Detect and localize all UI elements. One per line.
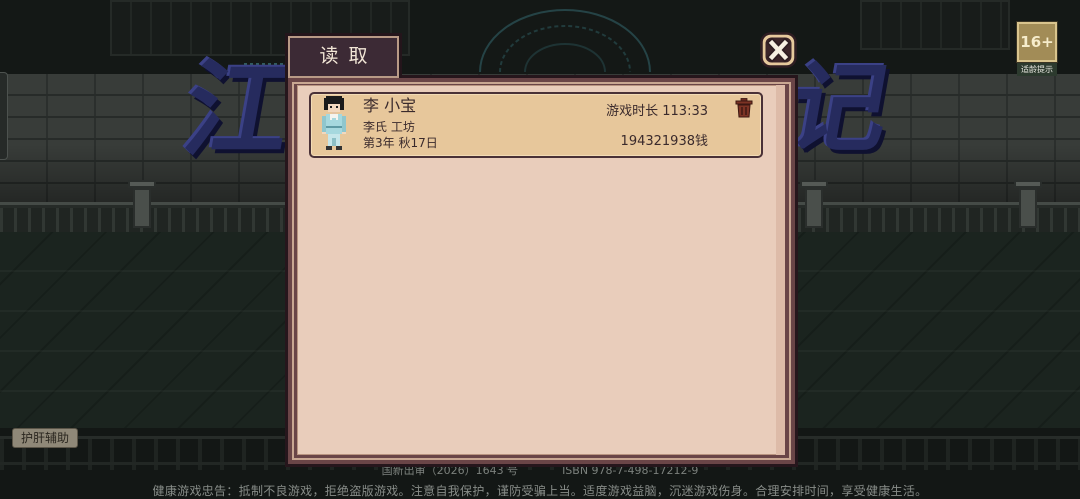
dialog-tab: 读取 — [285, 33, 402, 78]
dialog-title: 读取 — [319, 45, 378, 67]
side-edge-tab — [0, 72, 8, 160]
save-workshop-name: 李氏 工坊 — [363, 120, 415, 134]
age-rating-value: 16+ — [1016, 21, 1058, 63]
assist-button[interactable]: 护肝辅助 — [12, 428, 78, 448]
save-money: 194321938钱 — [620, 134, 708, 149]
character-avatar-icon — [322, 96, 346, 150]
age-rating-label: 适龄提示 — [1017, 63, 1057, 76]
logo-char-left: 江 — [175, 48, 301, 171]
close-icon[interactable] — [760, 32, 797, 68]
save-character-name: 李 小宝 — [363, 96, 417, 115]
load-dialog: 李 小宝 李氏 工坊 第3年 秋17日 游戏时长 113:33 19432193… — [285, 75, 798, 467]
stone-lantern — [1019, 188, 1037, 228]
background-window-right — [860, 0, 1010, 50]
stone-lantern-cap — [128, 180, 156, 188]
save-list: 李 小宝 李氏 工坊 第3年 秋17日 游戏时长 113:33 19432193… — [297, 85, 785, 455]
save-slot[interactable]: 李 小宝 李氏 工坊 第3年 秋17日 游戏时长 113:33 19432193… — [309, 92, 763, 158]
stone-lantern-cap — [1014, 180, 1042, 188]
stone-lantern-cap — [800, 180, 828, 188]
save-playtime: 游戏时长 113:33 — [606, 104, 708, 119]
game-screen: 江 记 16+ 适龄提示 护肝辅助 国新出审（2026）1643 号 ISBN 9… — [0, 0, 1080, 499]
logo-char-right: 记 — [779, 51, 899, 166]
stone-lantern — [133, 188, 151, 228]
stone-lantern — [805, 188, 823, 228]
teal-arc-decoration — [479, 9, 651, 73]
trash-icon[interactable] — [735, 98, 753, 118]
age-rating-badge[interactable]: 16+ 适龄提示 — [1016, 21, 1058, 76]
save-game-date: 第3年 秋17日 — [363, 136, 438, 150]
health-notice: 健康游戏忠告：抵制不良游戏，拒绝盗版游戏。注意自我保护，谨防受骗上当。适度游戏益… — [152, 484, 928, 498]
